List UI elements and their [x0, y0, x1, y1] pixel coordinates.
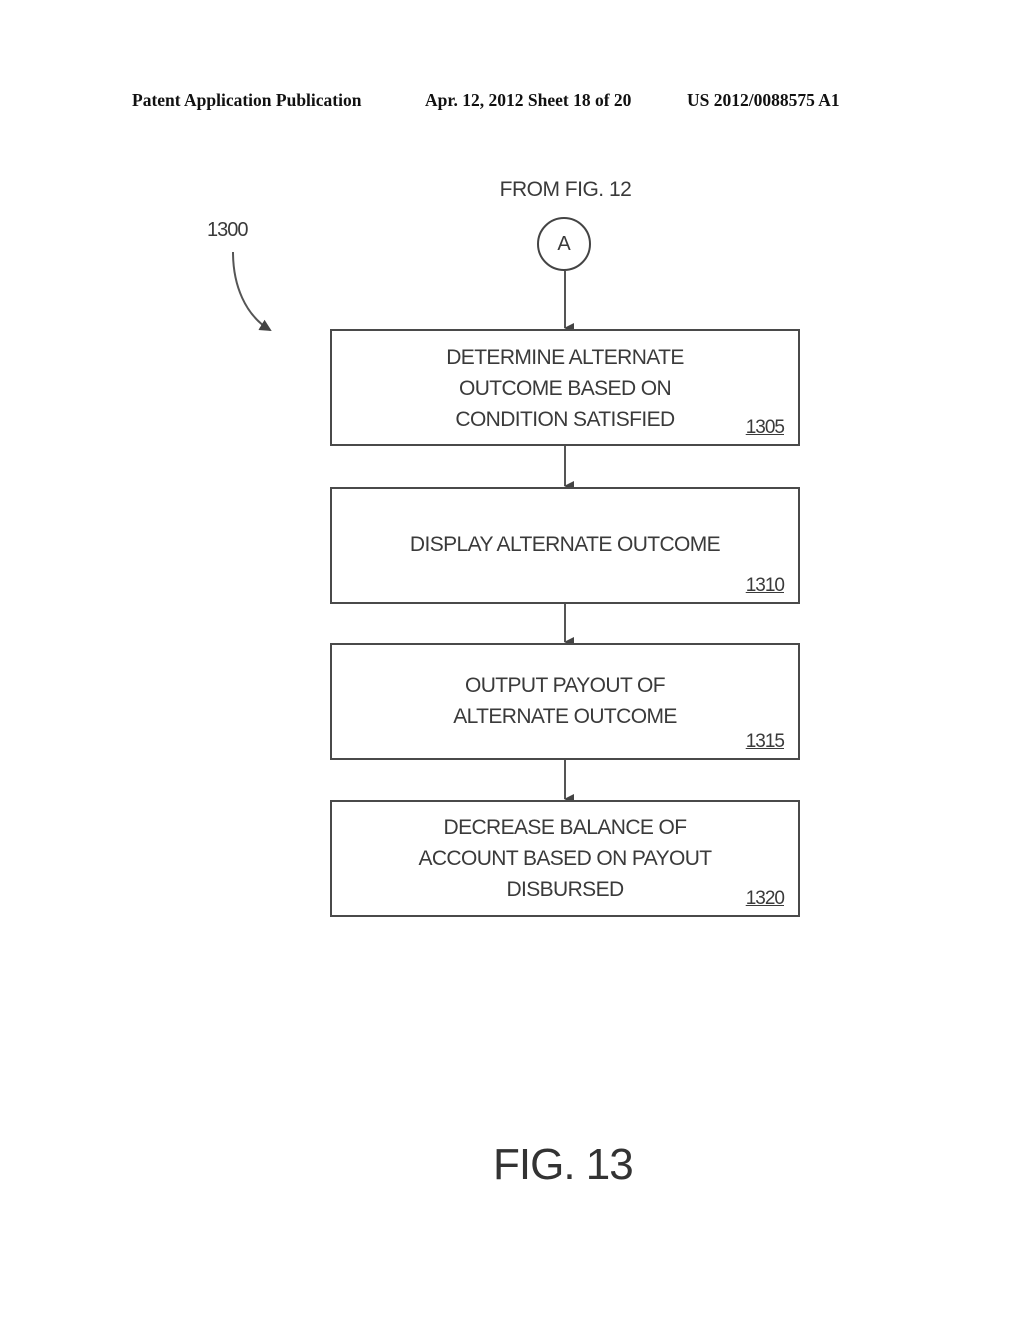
step-number: 1315	[745, 731, 785, 752]
figure-label: FIG. 13	[493, 1140, 634, 1189]
step-text: OUTPUT PAYOUT OF ALTERNATE OUTCOME	[453, 674, 677, 728]
step-box-1315: OUTPUT PAYOUT OF ALTERNATE OUTCOME 1315	[330, 643, 800, 760]
connector-letter: A	[557, 232, 571, 255]
step-box-1310: DISPLAY ALTERNATE OUTCOME 1310	[330, 487, 800, 604]
step-number: 1305	[745, 417, 785, 438]
step-box-1305: DETERMINE ALTERNATE OUTCOME BASED ON CON…	[330, 329, 800, 446]
step-box-1320: DECREASE BALANCE OF ACCOUNT BASED ON PAY…	[330, 800, 800, 917]
diagram-reference-number: 1300	[207, 219, 248, 241]
step-text: DETERMINE ALTERNATE OUTCOME BASED ON CON…	[446, 346, 684, 431]
reference-arrow	[232, 251, 272, 332]
step-text: DECREASE BALANCE OF ACCOUNT BASED ON PAY…	[418, 816, 712, 901]
step-number: 1310	[745, 575, 785, 596]
step-number: 1320	[745, 888, 785, 909]
entry-label: FROM FIG. 12	[499, 178, 632, 201]
off-page-connector: A	[537, 217, 591, 271]
step-text: DISPLAY ALTERNATE OUTCOME	[409, 533, 721, 556]
